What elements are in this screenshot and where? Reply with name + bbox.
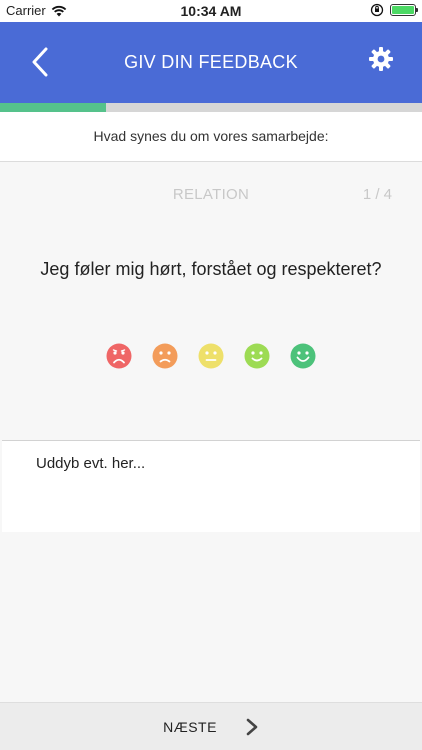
very-happy-face-icon[interactable] [290,343,316,369]
neutral-face-icon[interactable] [198,343,224,369]
orientation-lock-icon [370,3,384,17]
status-right [370,3,418,17]
question-category: RELATION [172,186,250,203]
question-counter: 1 / 4 [362,186,392,203]
battery-icon [390,4,418,16]
subtitle-area: Hvad synes du om vores samarbejde: [0,112,422,162]
settings-button[interactable] [366,44,396,74]
progress-fill [0,103,106,112]
next-label: NÆSTE [163,718,217,735]
question-text: Jeg føler mig hørt, forstået og respekte… [40,259,382,279]
status-time: 10:34 AM [180,3,242,19]
happy-face-icon[interactable] [244,343,270,369]
gear-icon [369,47,393,71]
comment-box [2,440,420,532]
very-sad-face-icon[interactable] [106,343,132,369]
survey-subtitle: Hvad synes du om vores samarbejde: [93,128,329,144]
rating-options [0,343,422,369]
progress-bar [0,103,422,112]
nav-bar: GIV DIN FEEDBACK [0,22,422,103]
sad-face-icon[interactable] [152,343,178,369]
comment-input[interactable] [36,455,396,515]
page-title: GIV DIN FEEDBACK [124,52,298,72]
next-button[interactable]: NÆSTE [0,702,422,750]
status-bar: Carrier 10:34 AM [0,0,422,22]
chevron-right-icon [246,718,258,735]
